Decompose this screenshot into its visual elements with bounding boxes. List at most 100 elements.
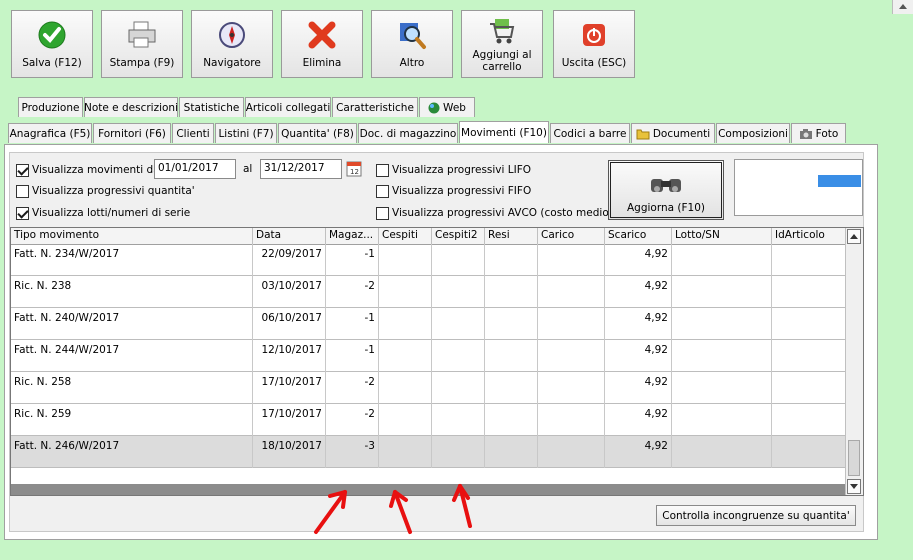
scroll-down-arrow[interactable]	[847, 479, 861, 494]
save-button[interactable]: Salva (F12)	[11, 10, 93, 78]
table-cell: Fatt. N. 244/W/2017	[11, 340, 253, 372]
column-header[interactable]: Tipo movimento	[11, 228, 253, 244]
column-header[interactable]: Lotto/SN	[672, 228, 772, 244]
table-cell	[485, 372, 538, 404]
info-highlight	[818, 175, 861, 187]
check-inconsistencies-button[interactable]: Controlla incongruenze su quantita'	[656, 505, 856, 526]
tab-foto[interactable]: Foto	[791, 123, 846, 143]
date-to-input[interactable]: 31/12/2017	[260, 159, 342, 179]
refresh-button[interactable]: Aggiorna (F10)	[608, 160, 724, 220]
table-cell	[772, 340, 847, 372]
tab-anagrafica[interactable]: Anagrafica (F5)	[8, 123, 92, 143]
tab-produzione[interactable]: Produzione	[18, 97, 83, 117]
table-cell: Fatt. N. 246/W/2017	[11, 436, 253, 468]
window-scroll-up[interactable]	[892, 0, 913, 14]
fifo-label: Visualizza progressivi FIFO	[392, 185, 532, 197]
tab-label: Composizioni	[718, 127, 788, 140]
movements-grid[interactable]: Tipo movimento Data Magaz... Cespiti Cespiti…	[10, 227, 864, 496]
table-cell	[772, 404, 847, 436]
show-movements-checkbox[interactable]	[16, 164, 29, 177]
globe-icon	[428, 102, 440, 114]
table-cell: -1	[326, 340, 379, 372]
table-cell	[772, 244, 847, 276]
tab-label: Statistiche	[183, 101, 240, 114]
camera-icon	[799, 128, 813, 140]
column-header[interactable]: Scarico	[605, 228, 672, 244]
table-cell	[432, 244, 485, 276]
table-cell	[538, 308, 605, 340]
table-cell: 4,92	[605, 436, 672, 468]
column-header[interactable]: Magaz...	[326, 228, 379, 244]
calendar-icon[interactable]: 12	[346, 160, 362, 177]
magnifier-icon	[396, 19, 428, 51]
tab-statistiche[interactable]: Statistiche	[179, 97, 244, 117]
tab-caratteristiche[interactable]: Caratteristiche	[332, 97, 418, 117]
qty-progressive-checkbox[interactable]	[16, 185, 29, 198]
checkmark-icon	[36, 19, 68, 51]
column-header[interactable]: Cespiti2	[432, 228, 485, 244]
tab-fornitori[interactable]: Fornitori (F6)	[93, 123, 171, 143]
tab-label: Foto	[815, 127, 839, 140]
column-header[interactable]: Cespiti	[379, 228, 432, 244]
table-cell	[379, 308, 432, 340]
table-row[interactable]: Fatt. N. 240/W/2017 06/10/2017 -1 4,92	[11, 308, 847, 340]
table-cell	[538, 436, 605, 468]
table-cell	[379, 340, 432, 372]
tab-listini[interactable]: Listini (F7)	[215, 123, 277, 143]
table-cell: -3	[326, 436, 379, 468]
cart-label: Aggiungi al carrello	[472, 49, 532, 73]
other-button[interactable]: Altro	[371, 10, 453, 78]
column-header[interactable]: IdArticolo	[772, 228, 847, 244]
tab-clienti[interactable]: Clienti	[172, 123, 214, 143]
grid-header: Tipo movimento Data Magaz... Cespiti Cespiti…	[11, 228, 847, 245]
navigator-button[interactable]: Navigatore	[191, 10, 273, 78]
tab-label: Codici a barre	[553, 127, 627, 140]
date-from-input[interactable]: 01/01/2017	[154, 159, 236, 179]
table-row[interactable]: Ric. N. 258 17/10/2017 -2 4,92	[11, 372, 847, 404]
tab-movimenti[interactable]: Movimenti (F10)	[459, 121, 549, 143]
tab-label: Quantita' (F8)	[281, 127, 354, 140]
exit-button[interactable]: Uscita (ESC)	[553, 10, 635, 78]
annotation-arrows	[314, 484, 472, 534]
table-cell: 4,92	[605, 276, 672, 308]
svg-text:12: 12	[350, 168, 359, 176]
table-cell	[379, 276, 432, 308]
column-header[interactable]: Data	[253, 228, 326, 244]
tab-label: Movimenti (F10)	[461, 126, 547, 139]
scroll-up-arrow[interactable]	[847, 229, 861, 244]
table-row[interactable]: Fatt. N. 246/W/2017 18/10/2017 -3 4,92	[11, 436, 847, 468]
table-row[interactable]: Ric. N. 238 03/10/2017 -2 4,92	[11, 276, 847, 308]
printer-icon	[126, 19, 158, 51]
add-to-cart-button[interactable]: Aggiungi al carrello	[461, 10, 543, 78]
tab-composizioni[interactable]: Composizioni	[716, 123, 790, 143]
tab-articoli-collegati[interactable]: Articoli collegati	[245, 97, 331, 117]
lots-checkbox[interactable]	[16, 207, 29, 220]
avco-checkbox[interactable]	[376, 207, 389, 220]
delete-button[interactable]: Elimina	[281, 10, 363, 78]
tab-note[interactable]: Note e descrizioni	[84, 97, 178, 117]
tab-quantita[interactable]: Quantita' (F8)	[278, 123, 357, 143]
table-cell	[538, 340, 605, 372]
table-row[interactable]: Ric. N. 259 17/10/2017 -2 4,92	[11, 404, 847, 436]
column-header[interactable]: Carico	[538, 228, 605, 244]
tab-documenti[interactable]: Documenti	[631, 123, 715, 143]
table-cell: 18/10/2017	[253, 436, 326, 468]
grid-vscroll[interactable]	[845, 228, 863, 495]
tab-codici-barre[interactable]: Codici a barre	[550, 123, 630, 143]
exit-label: Uscita (ESC)	[561, 57, 627, 69]
scroll-thumb[interactable]	[848, 440, 860, 476]
column-header[interactable]: Resi	[485, 228, 538, 244]
show-movements-label: Visualizza movimenti dal	[32, 164, 163, 176]
folder-icon	[636, 128, 650, 140]
table-cell	[379, 404, 432, 436]
tab-web[interactable]: Web	[419, 97, 475, 117]
table-cell: 03/10/2017	[253, 276, 326, 308]
print-button[interactable]: Stampa (F9)	[101, 10, 183, 78]
save-label: Salva (F12)	[22, 57, 82, 69]
lifo-checkbox[interactable]	[376, 164, 389, 177]
table-row[interactable]: Fatt. N. 244/W/2017 12/10/2017 -1 4,92	[11, 340, 847, 372]
fifo-checkbox[interactable]	[376, 185, 389, 198]
table-row[interactable]: Fatt. N. 234/W/2017 22/09/2017 -1 4,92	[11, 244, 847, 276]
table-cell	[432, 372, 485, 404]
tab-doc-magazzino[interactable]: Doc. di magazzino	[358, 123, 458, 143]
